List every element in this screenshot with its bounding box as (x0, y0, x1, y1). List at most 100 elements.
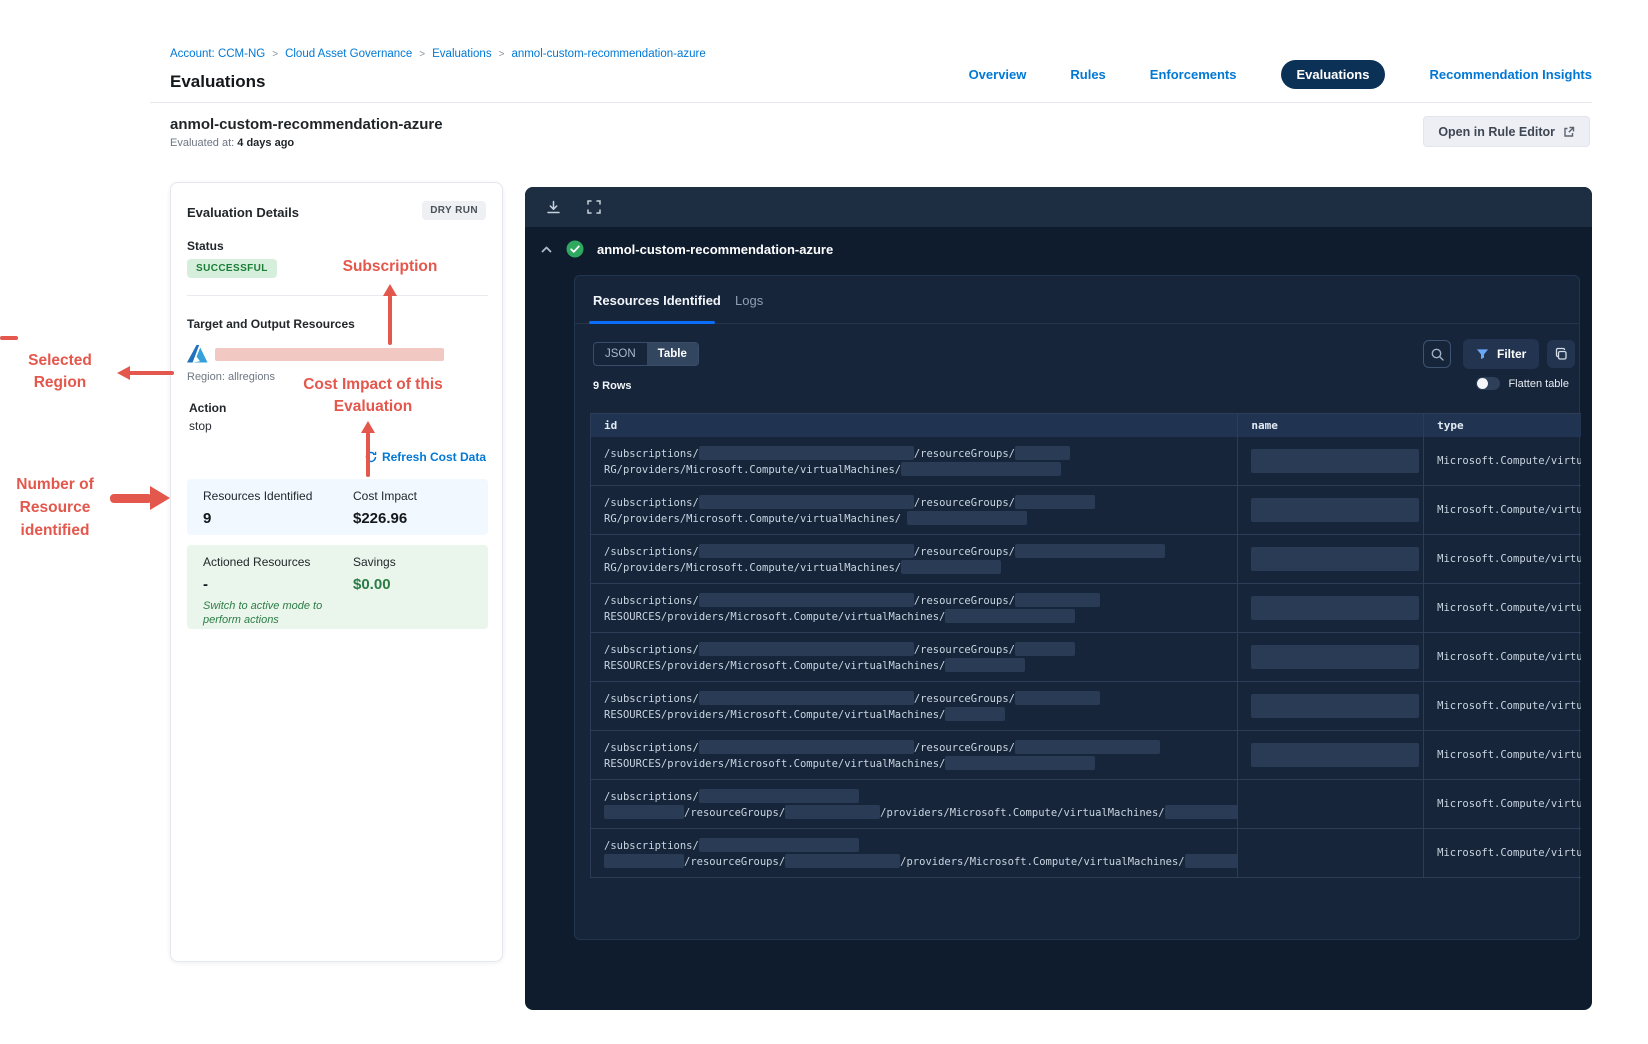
refresh-cost-data-link[interactable]: Refresh Cost Data (365, 450, 486, 464)
id-path-line: /subscriptions/ /resourceGroups/ (604, 445, 1237, 461)
results-table-body: /subscriptions/ /resourceGroups/RG/provid… (591, 437, 1581, 878)
path-text: /resourceGroups/ (913, 594, 1015, 607)
path-text: /resourceGroups/ (913, 447, 1015, 460)
cell-name (1238, 682, 1425, 730)
table-row[interactable]: /subscriptions/ /resourceGroups/RESOURCES… (591, 731, 1581, 780)
annotation-text: Cost Impact of this (303, 376, 443, 393)
download-icon[interactable] (545, 199, 562, 216)
type-text: Microsoft.Compute/virtualMachines (1437, 797, 1581, 810)
copy-button[interactable] (1547, 340, 1575, 368)
id-path-line: /subscriptions/ (604, 788, 1237, 804)
type-text: Microsoft.Compute/virtualMachines (1437, 748, 1581, 761)
redacted-value (1184, 853, 1238, 868)
cell-type: Microsoft.Compute/virtualMachines (1424, 829, 1581, 877)
redacted-value (945, 755, 1096, 770)
cell-id: /subscriptions/ /resourceGroups/RESOURCES… (591, 633, 1239, 681)
cell-name (1238, 633, 1425, 681)
path-text: /subscriptions/ (604, 692, 699, 705)
path-text: /resourceGroups/ (913, 545, 1015, 558)
breadcrumb-cloud-asset-governance[interactable]: Cloud Asset Governance (285, 48, 412, 60)
path-text: /providers/Microsoft.Compute/virtualMach… (880, 806, 1165, 819)
annotation-cost-impact: Cost Impact of this Evaluation (288, 374, 458, 418)
column-header-type[interactable]: type (1424, 414, 1581, 437)
cell-id: /subscriptions/ /resourceGroups/RG/provid… (591, 486, 1239, 534)
annotation-arrow-line (388, 295, 392, 345)
redacted-value (698, 592, 914, 607)
resources-card: Resources Identified Logs JSON Table Fil… (574, 275, 1581, 940)
header-divider (150, 102, 1592, 103)
active-mode-note-line2: perform actions (203, 614, 279, 626)
breadcrumb-account[interactable]: Account: CCM-NG (170, 48, 265, 60)
cell-name (1238, 535, 1425, 583)
table-row[interactable]: /subscriptions/ /resourceGroups/RG/provid… (591, 486, 1581, 535)
active-tab-underline (589, 321, 715, 324)
path-text: /resourceGroups/ (684, 806, 786, 819)
active-mode-note: Switch to active mode to perform actions (203, 599, 322, 627)
tab-enforcements[interactable]: Enforcements (1150, 67, 1237, 82)
id-path-line: /subscriptions/ /resourceGroups/ (604, 592, 1237, 608)
redacted-value (1164, 804, 1238, 819)
flatten-toggle[interactable] (1476, 377, 1501, 390)
view-toggle-json[interactable]: JSON (594, 343, 647, 365)
breadcrumb-evaluations[interactable]: Evaluations (432, 48, 491, 60)
tab-rules[interactable]: Rules (1070, 67, 1105, 82)
chevron-up-icon[interactable] (540, 243, 553, 256)
actioned-resources-value: - (203, 576, 208, 593)
redacted-value (1014, 592, 1100, 607)
table-row[interactable]: /subscriptions/ /resourceGroups/RG/provid… (591, 437, 1581, 486)
table-row[interactable]: /subscriptions/ /resourceGroups/ /provider… (591, 829, 1581, 878)
redacted-value (1014, 445, 1070, 460)
id-path-line: /subscriptions/ (604, 837, 1237, 853)
view-toggle-table[interactable]: Table (646, 343, 698, 365)
evaluated-at: Evaluated at: 4 days ago (170, 137, 294, 149)
cell-id: /subscriptions/ /resourceGroups/RESOURCES… (591, 682, 1239, 730)
annotation-text: Selected (28, 352, 92, 369)
cell-type: Microsoft.Compute/virtualMachines (1424, 437, 1581, 485)
table-row[interactable]: /subscriptions/ /resourceGroups/RESOURCES… (591, 584, 1581, 633)
filter-button[interactable]: Filter (1463, 339, 1540, 369)
tab-recommendation-insights[interactable]: Recommendation Insights (1429, 67, 1592, 82)
path-text: RG/providers/Microsoft.Compute/virtualMa… (604, 512, 908, 525)
id-path-line: RG/providers/Microsoft.Compute/virtualMa… (604, 559, 1237, 575)
tab-overview[interactable]: Overview (969, 67, 1027, 82)
cell-id: /subscriptions/ /resourceGroups/RG/provid… (591, 535, 1239, 583)
open-rule-editor-button[interactable]: Open in Rule Editor (1423, 116, 1590, 147)
breadcrumb-separator: > (272, 48, 279, 60)
cell-type: Microsoft.Compute/virtualMachines (1424, 780, 1581, 828)
redacted-value (698, 739, 914, 754)
redacted-value (698, 494, 914, 509)
path-text: RESOURCES/providers/Microsoft.Compute/vi… (604, 708, 946, 721)
external-link-icon (1563, 126, 1575, 138)
evaluation-name: anmol-custom-recommendation-azure (170, 116, 443, 133)
id-path-line: /subscriptions/ /resourceGroups/ (604, 543, 1237, 559)
column-header-name[interactable]: name (1238, 414, 1425, 437)
table-row[interactable]: /subscriptions/ /resourceGroups/RESOURCES… (591, 682, 1581, 731)
redacted-value (901, 559, 1002, 574)
refresh-cost-data-label: Refresh Cost Data (381, 450, 486, 464)
fullscreen-icon[interactable] (586, 199, 602, 215)
redacted-name (1251, 596, 1420, 620)
tab-evaluations[interactable]: Evaluations (1280, 60, 1386, 89)
card-divider (187, 295, 488, 296)
search-button[interactable] (1423, 340, 1451, 368)
tab-logs[interactable]: Logs (735, 293, 763, 308)
column-header-id[interactable]: id (591, 414, 1239, 437)
annotation-subscription: Subscription (342, 258, 438, 275)
type-text: Microsoft.Compute/virtualMachines (1437, 846, 1581, 859)
type-text: Microsoft.Compute/virtualMachines (1437, 601, 1581, 614)
table-row[interactable]: /subscriptions/ /resourceGroups/RG/provid… (591, 535, 1581, 584)
cell-name (1238, 486, 1425, 534)
cell-name (1238, 584, 1425, 632)
path-text: /subscriptions/ (604, 839, 699, 852)
filter-funnel-icon (1476, 348, 1489, 361)
table-row[interactable]: /subscriptions/ /resourceGroups/ /provider… (591, 780, 1581, 829)
action-label: Action (189, 401, 227, 415)
tab-resources-identified[interactable]: Resources Identified (593, 293, 721, 308)
path-text: /resourceGroups/ (913, 643, 1015, 656)
evaluation-details-card: Evaluation Details DRY RUN Status SUCCES… (170, 182, 503, 962)
path-text: /resourceGroups/ (913, 692, 1015, 705)
table-row[interactable]: /subscriptions/ /resourceGroups/RESOURCES… (591, 633, 1581, 682)
id-path-line: RG/providers/Microsoft.Compute/virtualMa… (604, 510, 1237, 526)
breadcrumb-current[interactable]: anmol-custom-recommendation-azure (511, 48, 705, 60)
annotation-text: Resource (19, 499, 91, 516)
